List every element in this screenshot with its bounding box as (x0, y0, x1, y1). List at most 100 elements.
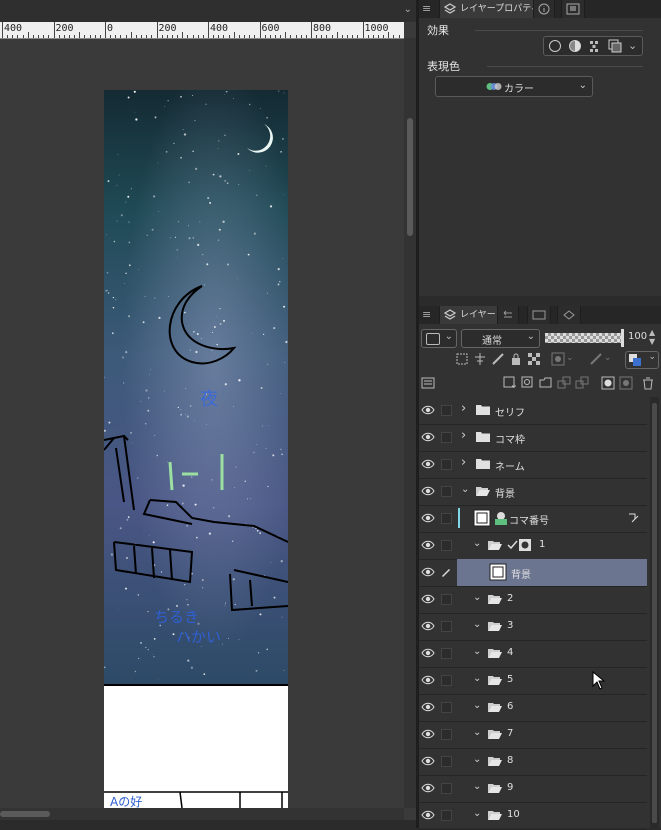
layer-lock-checkbox[interactable] (441, 513, 452, 524)
tab-material[interactable] (557, 306, 581, 324)
horizontal-scrollbar[interactable] (0, 808, 404, 820)
transfer-layer-icon[interactable] (557, 376, 571, 390)
effect-buttons[interactable]: ⌄ (543, 36, 643, 56)
reference-layer-icon[interactable] (473, 352, 487, 366)
chevron-down-icon[interactable]: ⌄ (473, 619, 481, 630)
panel-menu-icon[interactable]: ≡ (422, 2, 431, 15)
tab-layer[interactable]: レイヤー (439, 306, 503, 324)
chevron-down-icon[interactable]: ⌄ (628, 39, 637, 52)
layer-row[interactable]: ⌄6 (419, 694, 647, 722)
layer-row-content[interactable] (457, 694, 647, 721)
chevron-down-icon[interactable]: ⌄ (473, 538, 481, 549)
chevron-down-icon[interactable]: ⌄ (473, 700, 481, 711)
new-raster-layer-icon[interactable] (503, 376, 517, 390)
eye-icon[interactable] (421, 485, 435, 497)
layer-lock-checkbox[interactable] (441, 756, 452, 767)
layer-lock-checkbox[interactable] (441, 540, 452, 551)
layer-row[interactable]: ⌄2 (419, 586, 647, 614)
chevron-down-icon[interactable]: ⌄ (473, 754, 481, 765)
layer-row-content[interactable] (457, 802, 647, 829)
tab-history[interactable] (497, 306, 519, 324)
layer-row[interactable]: ⌄背景 (419, 478, 647, 506)
layer-scrollbar[interactable] (650, 397, 659, 828)
border-effect-icon[interactable] (548, 39, 562, 56)
layer-row[interactable]: ⌄3 (419, 613, 647, 641)
layer-row-content[interactable] (457, 532, 647, 559)
layer-lock-checkbox[interactable] (441, 702, 452, 713)
merge-layer-icon[interactable] (575, 376, 589, 390)
draft-layer-icon[interactable] (491, 352, 505, 366)
layer-row-content[interactable] (457, 721, 647, 748)
layer-row[interactable]: ›ネーム (419, 451, 647, 479)
clip-layer-icon[interactable] (455, 352, 469, 366)
chevron-right-icon[interactable]: › (461, 455, 466, 470)
tab-info[interactable] (533, 0, 555, 18)
layer-lock-checkbox[interactable] (441, 810, 452, 821)
layer-lock-checkbox[interactable] (441, 648, 452, 659)
chevron-right-icon[interactable]: › (461, 401, 466, 416)
mask-enable-icon[interactable] (551, 352, 565, 366)
chevron-down-icon[interactable]: ⌄ (473, 592, 481, 603)
chevron-down-icon[interactable]: ⌄ (473, 673, 481, 684)
layer-color-button[interactable]: ⌄ (625, 351, 659, 369)
create-mask-icon[interactable] (601, 376, 615, 390)
eye-icon[interactable] (421, 701, 435, 713)
layer-lock-checkbox[interactable] (441, 621, 452, 632)
layer-row[interactable]: ⌄5 (419, 667, 647, 695)
trash-icon[interactable] (641, 376, 655, 390)
layer-list-icon[interactable] (421, 376, 435, 390)
layer-lock-checkbox[interactable] (441, 675, 452, 686)
layer-scroll-thumb[interactable] (652, 403, 657, 823)
layer-row-content[interactable] (457, 613, 647, 640)
chevron-down-icon[interactable]: ⌄ (404, 4, 412, 15)
ruler-icon[interactable] (589, 352, 603, 366)
eye-icon[interactable] (421, 647, 435, 659)
vertical-scroll-thumb[interactable] (407, 118, 413, 236)
blend-mode-icon-button[interactable]: ⌄ (421, 329, 457, 348)
layer-row-content[interactable] (457, 667, 647, 694)
eye-icon[interactable] (421, 431, 435, 443)
opacity-value[interactable]: 100 (628, 331, 647, 342)
layer-row[interactable]: 背景 (419, 559, 647, 587)
layer-row[interactable]: ›コマ枠 (419, 424, 647, 452)
eye-icon[interactable] (421, 566, 435, 578)
eye-icon[interactable] (421, 782, 435, 794)
canvas-area[interactable]: ⌄ 40020002004006008001000 夜 (0, 0, 416, 828)
blend-mode-select[interactable]: 通常 ⌄ (461, 329, 540, 348)
eye-icon[interactable] (421, 620, 435, 632)
layer-row[interactable]: ⌄8 (419, 748, 647, 776)
manga-page-artwork[interactable]: 夜 ちるき ハかい Aの好 (104, 90, 288, 808)
chevron-down-icon[interactable]: ⌄ (604, 353, 612, 363)
lock-icon[interactable] (509, 352, 523, 366)
layer-lock-checkbox[interactable] (441, 729, 452, 740)
eye-icon[interactable] (421, 728, 435, 740)
layer-row[interactable]: ⌄4 (419, 640, 647, 668)
new-folder-icon[interactable] (539, 376, 553, 390)
lock-transparency-icon[interactable] (527, 352, 541, 366)
opacity-stepper[interactable]: ▲▼ (649, 328, 655, 346)
layer-row[interactable]: コマ番号 (419, 505, 647, 533)
chevron-down-icon[interactable]: ⌄ (566, 353, 574, 363)
eye-icon[interactable] (421, 458, 435, 470)
layer-row-content[interactable] (457, 559, 647, 586)
eye-icon[interactable] (421, 404, 435, 416)
new-vector-layer-icon[interactable] (521, 376, 535, 390)
tab-auto-action[interactable] (527, 306, 551, 324)
eye-icon[interactable] (421, 674, 435, 686)
chevron-down-icon[interactable]: ⌄ (473, 646, 481, 657)
layer-lock-checkbox[interactable] (441, 783, 452, 794)
layer-row[interactable]: ›セリフ (419, 397, 647, 425)
eye-icon[interactable] (421, 512, 435, 524)
panel-menu-icon[interactable]: ≡ (422, 308, 431, 321)
vertical-scrollbar[interactable] (404, 38, 416, 808)
chevron-down-icon[interactable]: ⌄ (473, 727, 481, 738)
tab-navigator[interactable] (561, 0, 585, 18)
layer-lock-checkbox[interactable] (441, 486, 452, 497)
layer-lock-checkbox[interactable] (441, 459, 452, 470)
layer-row-content[interactable] (457, 586, 647, 613)
chevron-right-icon[interactable]: › (461, 428, 466, 443)
eye-icon[interactable] (421, 755, 435, 767)
layer-row[interactable]: ⌄9 (419, 775, 647, 803)
chevron-down-icon[interactable]: ⌄ (473, 781, 481, 792)
layer-row-content[interactable] (457, 775, 647, 802)
